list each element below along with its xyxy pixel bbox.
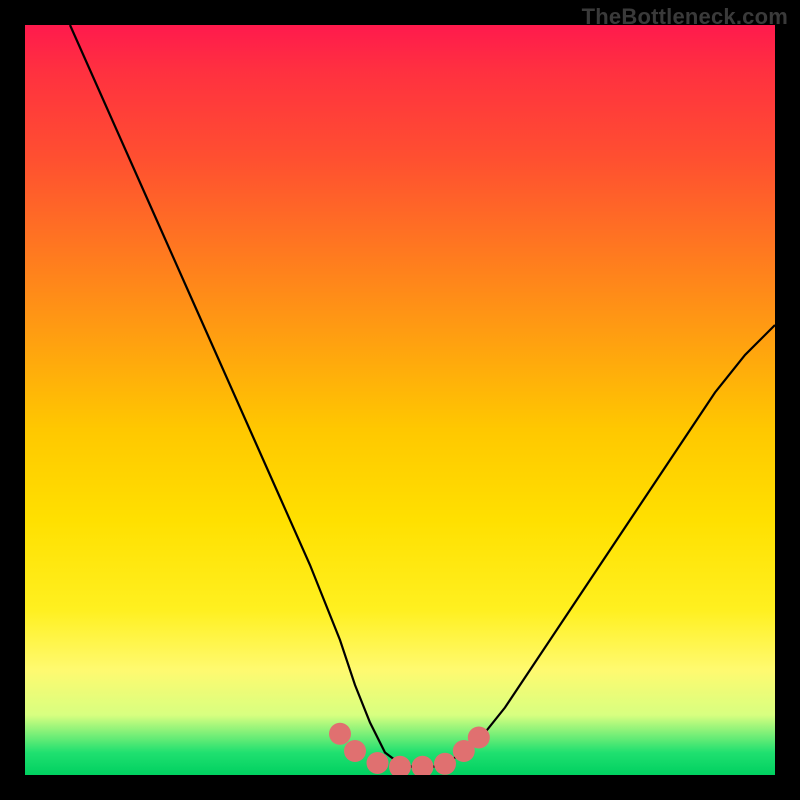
optimal-marker	[468, 727, 490, 749]
watermark-text: TheBottleneck.com	[582, 4, 788, 30]
curve-layer	[25, 25, 775, 775]
optimal-range-markers	[329, 723, 490, 775]
optimal-marker	[434, 753, 456, 775]
optimal-marker	[367, 752, 389, 774]
optimal-marker	[412, 756, 434, 775]
optimal-marker	[329, 723, 351, 745]
optimal-marker	[344, 740, 366, 762]
bottleneck-curve	[70, 25, 775, 768]
chart-frame: TheBottleneck.com	[0, 0, 800, 800]
plot-area	[25, 25, 775, 775]
